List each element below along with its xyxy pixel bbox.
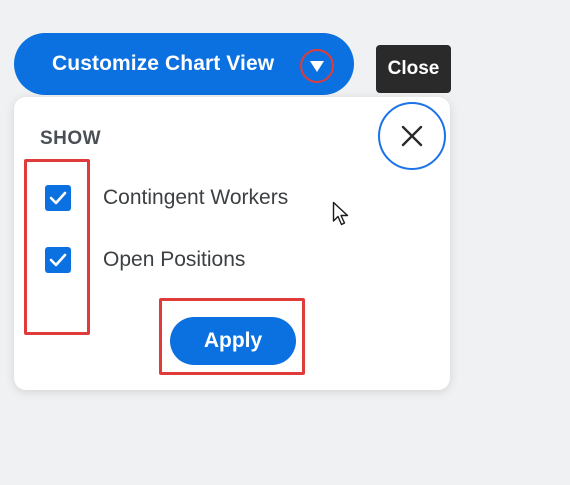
chart-view-panel: SHOW Contingent Workers Open Positions A… [14, 97, 450, 390]
contingent-workers-label[interactable]: Contingent Workers [103, 186, 288, 210]
open-positions-label[interactable]: Open Positions [103, 248, 245, 272]
show-heading: SHOW [40, 128, 102, 149]
close-icon [401, 125, 423, 147]
chevron-down-icon [310, 61, 324, 72]
close-button[interactable] [378, 102, 446, 170]
customize-chart-view-button[interactable]: Customize Chart View [14, 33, 354, 95]
apply-button[interactable]: Apply [170, 317, 296, 365]
mouse-pointer-icon [332, 201, 350, 232]
screen: Customize Chart View Close SHOW Continge… [0, 0, 570, 485]
dropdown-toggle[interactable] [300, 49, 334, 83]
check-icon [49, 191, 67, 205]
contingent-workers-checkbox[interactable] [45, 185, 71, 211]
customize-chart-view-label: Customize Chart View [52, 52, 275, 75]
close-tooltip-text: Close [387, 58, 440, 79]
open-positions-checkbox[interactable] [45, 247, 71, 273]
close-tooltip: Close [376, 45, 451, 93]
check-icon [49, 253, 67, 267]
